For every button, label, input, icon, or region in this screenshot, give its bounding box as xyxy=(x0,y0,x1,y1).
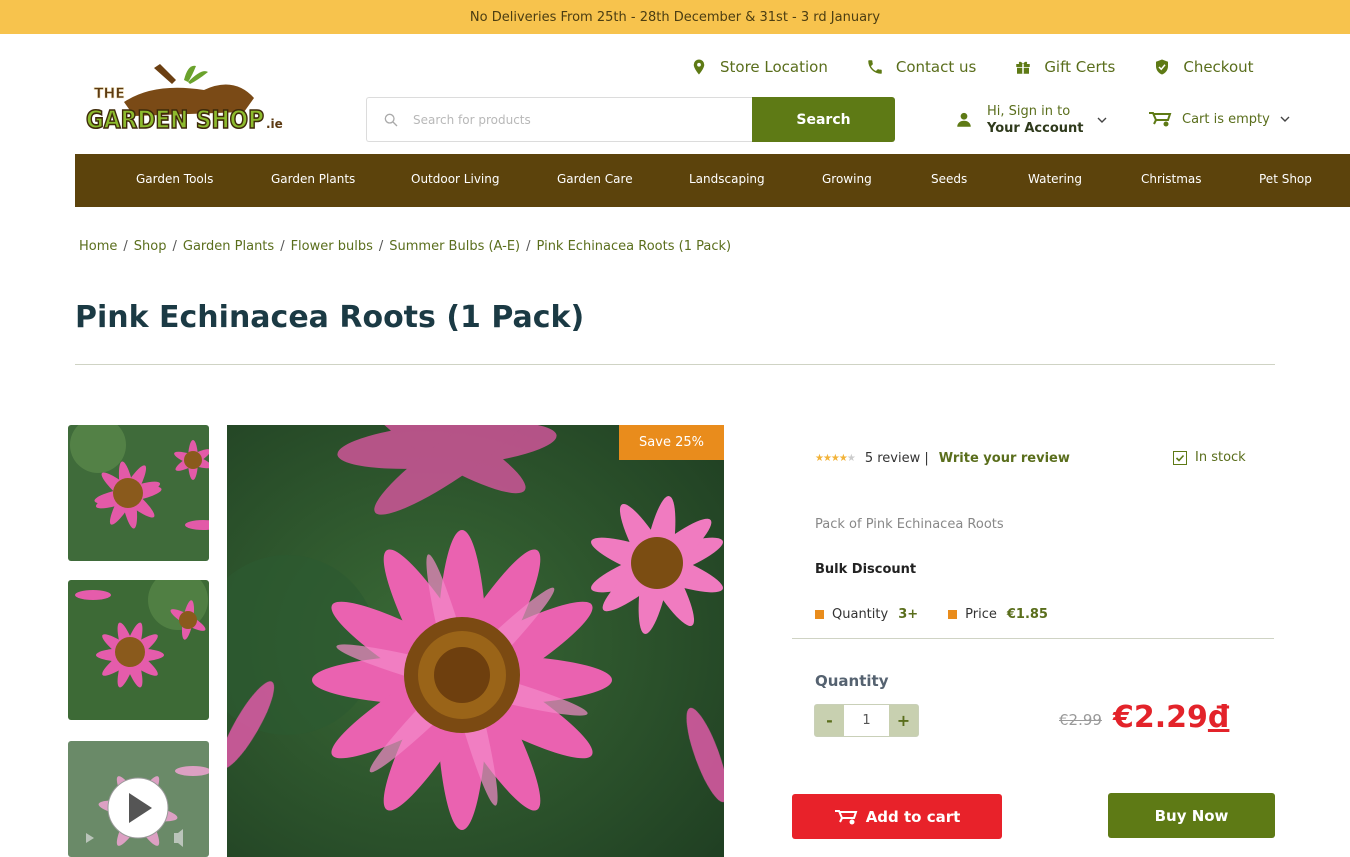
review-count: 5 review | xyxy=(864,451,929,466)
breadcrumb-garden-plants[interactable]: Garden Plants xyxy=(183,239,274,254)
cart-menu[interactable]: Cart is empty xyxy=(1148,110,1290,128)
original-price: €2.99 xyxy=(1059,711,1102,729)
add-to-cart-button[interactable]: Add to cart xyxy=(792,794,1002,839)
checkout-link[interactable]: Checkout xyxy=(1153,58,1254,76)
quantity-stepper: - 1 + xyxy=(814,704,919,737)
nav-landscaping[interactable]: Landscaping xyxy=(689,172,765,186)
svg-text:.ie: .ie xyxy=(266,117,283,131)
account-greeting: Hi, Sign in to xyxy=(987,104,1071,119)
contact-us-label: Contact us xyxy=(895,58,977,76)
announcement-text: No Deliveries From 25th - 28th December … xyxy=(469,9,881,25)
nav-christmas[interactable]: Christmas xyxy=(1141,172,1202,186)
breadcrumb-summer-bulbs[interactable]: Summer Bulbs (A-E) xyxy=(389,239,520,254)
nav-seeds[interactable]: Seeds xyxy=(931,172,967,186)
svg-text:THE: THE xyxy=(94,86,125,102)
divider xyxy=(75,364,1275,365)
star-rating: ★★★★★ xyxy=(815,453,856,464)
divider xyxy=(792,638,1274,639)
search-icon xyxy=(384,113,398,126)
search-bar: Search xyxy=(366,97,895,142)
nav-watering[interactable]: Watering xyxy=(1028,172,1082,186)
map-pin-icon xyxy=(693,59,705,75)
quantity-decrease-button[interactable]: - xyxy=(815,705,844,736)
breadcrumb: Home / Shop / Garden Plants / Flower bulbs /… xyxy=(79,239,732,254)
write-review-link[interactable]: Write your review xyxy=(939,451,1070,466)
bullet-icon xyxy=(948,610,958,619)
bulk-price-value: €1.85 xyxy=(1006,607,1048,622)
chevron-down-icon xyxy=(1097,117,1107,123)
account-menu[interactable]: Hi, Sign in to Your Account xyxy=(955,103,1107,137)
breadcrumb-current: Pink Echinacea Roots (1 Pack) xyxy=(536,239,732,254)
sale-price: €2.29đ xyxy=(1113,700,1229,735)
main-nav: Garden Tools Garden Plants Outdoor Livin… xyxy=(75,154,1350,207)
checkbox-icon xyxy=(1173,450,1187,465)
rating-row: ★★★★★ 5 review | Write your review xyxy=(815,451,1070,466)
nav-garden-plants[interactable]: Garden Plants xyxy=(271,172,355,186)
gift-icon xyxy=(1016,61,1031,74)
breadcrumb-flower-bulbs[interactable]: Flower bulbs xyxy=(291,239,373,254)
gift-certs-link[interactable]: Gift Certs xyxy=(1014,58,1115,76)
bulk-price-label: Price xyxy=(965,607,997,622)
search-field[interactable] xyxy=(366,97,752,142)
bulk-quantity-label: Quantity xyxy=(832,607,889,622)
user-icon xyxy=(957,112,971,127)
store-location-link[interactable]: Store Location xyxy=(690,58,828,76)
quantity-input[interactable]: 1 xyxy=(844,705,889,736)
nav-pet-shop[interactable]: Pet Shop xyxy=(1259,172,1312,186)
breadcrumb-shop[interactable]: Shop xyxy=(134,239,167,254)
store-location-label: Store Location xyxy=(720,58,828,76)
checkout-label: Checkout xyxy=(1183,58,1254,76)
chevron-down-icon xyxy=(1280,116,1290,122)
nav-growing[interactable]: Growing xyxy=(822,172,872,186)
cart-label: Cart is empty xyxy=(1182,111,1270,127)
bullet-icon xyxy=(815,610,824,619)
wheelbarrow-icon xyxy=(1149,112,1172,127)
product-thumbnail-2[interactable] xyxy=(68,580,209,720)
bulk-discount-row: Quantity 3+ Price €1.85 xyxy=(815,607,1048,622)
product-title: Pink Echinacea Roots (1 Pack) xyxy=(75,300,585,335)
account-label: Your Account xyxy=(987,121,1084,136)
search-button[interactable]: Search xyxy=(752,97,895,142)
discount-badge: Save 25% xyxy=(619,425,724,460)
gift-certs-label: Gift Certs xyxy=(1044,58,1116,76)
phone-icon xyxy=(868,60,882,74)
shield-check-icon xyxy=(1156,59,1169,75)
product-main-image[interactable] xyxy=(227,425,724,857)
product-thumbnail-1[interactable] xyxy=(68,425,209,561)
nav-garden-care[interactable]: Garden Care xyxy=(557,172,633,186)
search-input[interactable] xyxy=(413,112,713,127)
product-video-thumbnail[interactable] xyxy=(68,741,209,857)
sale-price-value: €2.29 xyxy=(1113,700,1208,735)
currency-mark: đ xyxy=(1207,700,1230,735)
top-links: Store Location Contact us Gift Certs Che… xyxy=(690,58,1254,76)
product-description: Pack of Pink Echinacea Roots xyxy=(815,517,1004,532)
stock-label: In stock xyxy=(1195,450,1246,465)
nav-garden-tools[interactable]: Garden Tools xyxy=(136,172,213,186)
bulk-quantity-value: 3+ xyxy=(898,607,919,622)
svg-text:GARDEN SHOP: GARDEN SHOP xyxy=(86,105,264,134)
wheelbarrow-icon xyxy=(834,809,858,824)
quantity-increase-button[interactable]: + xyxy=(889,705,918,736)
quantity-label: Quantity xyxy=(815,672,889,690)
add-to-cart-label: Add to cart xyxy=(865,807,961,826)
announcement-bar: No Deliveries From 25th - 28th December … xyxy=(0,0,1350,34)
site-logo[interactable]: THE GARDEN SHOP .ie xyxy=(84,62,294,142)
bulk-discount-title: Bulk Discount xyxy=(815,562,917,577)
stock-status: In stock xyxy=(1173,450,1246,465)
nav-outdoor-living[interactable]: Outdoor Living xyxy=(411,172,499,186)
breadcrumb-home[interactable]: Home xyxy=(79,239,117,254)
buy-now-button[interactable]: Buy Now xyxy=(1108,793,1275,838)
contact-us-link[interactable]: Contact us xyxy=(866,58,976,76)
